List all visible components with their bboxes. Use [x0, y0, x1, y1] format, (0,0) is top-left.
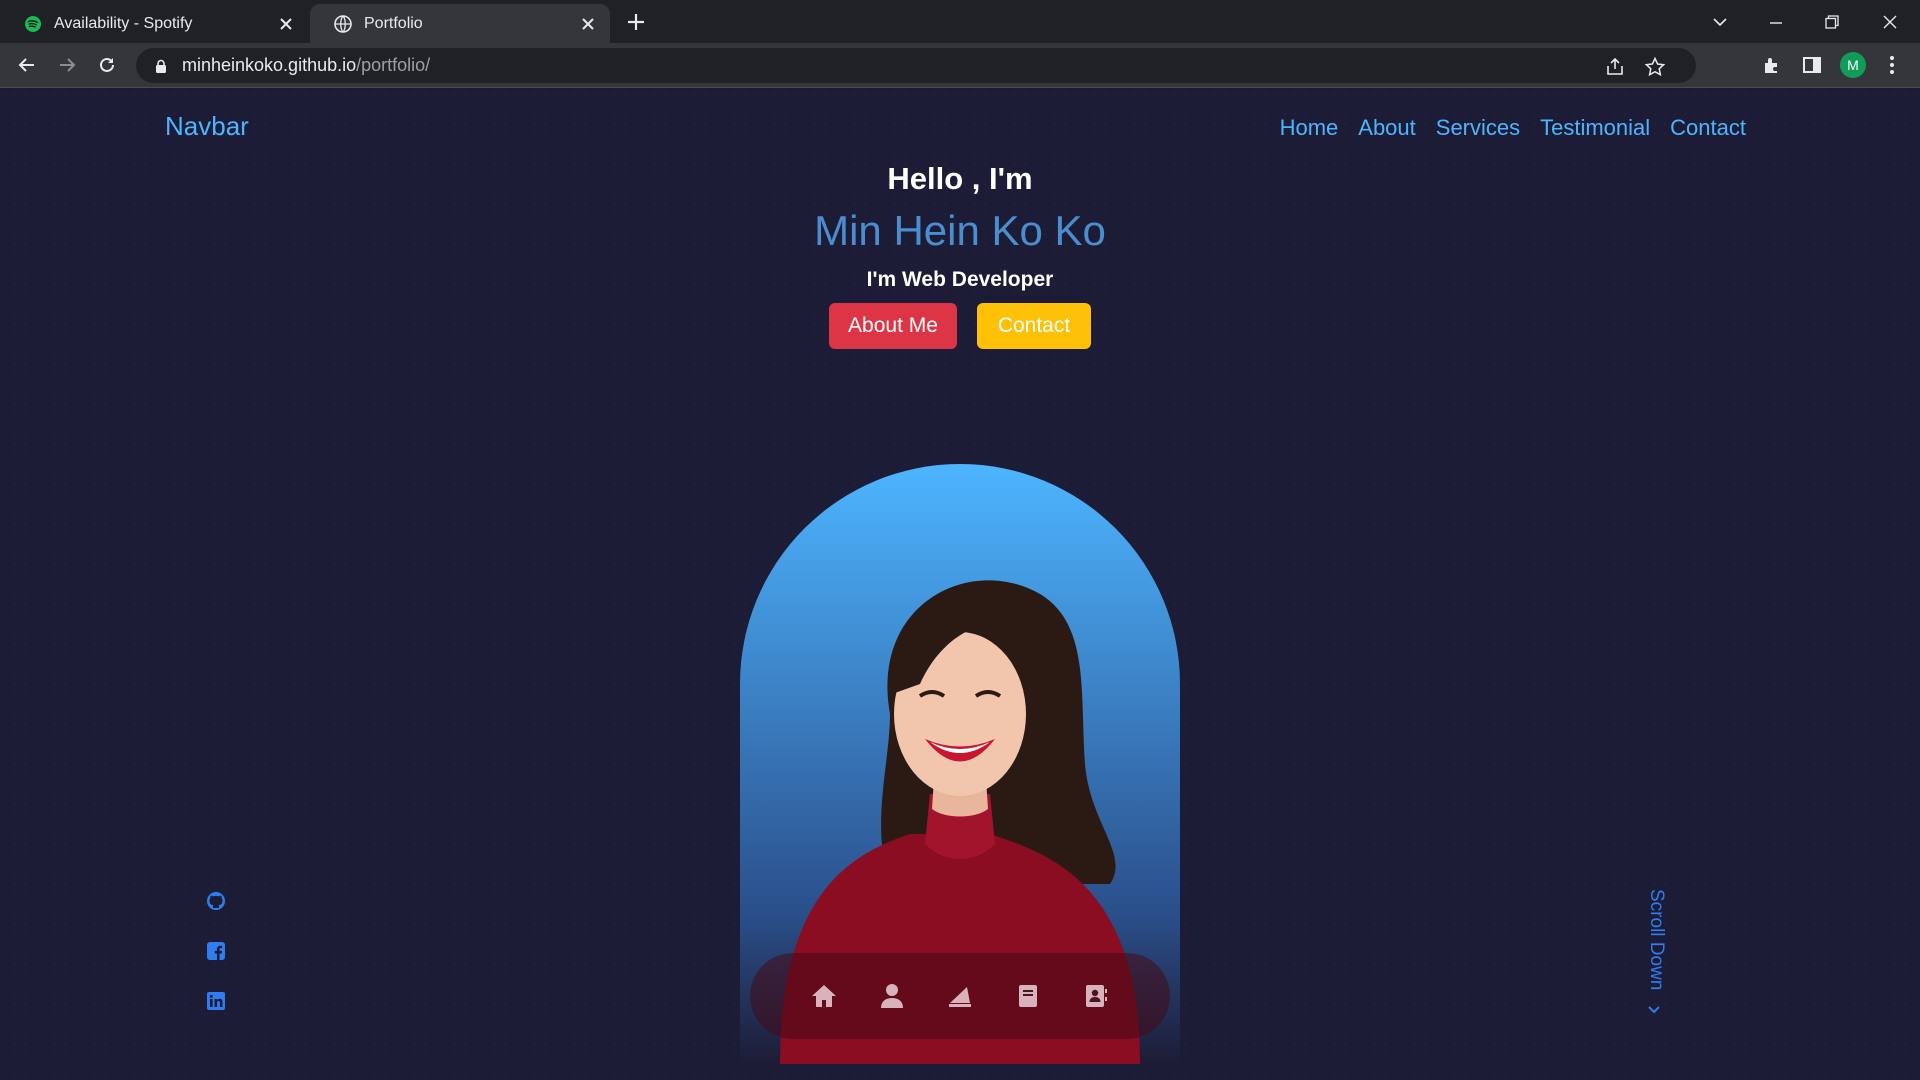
tab-search-icon[interactable] [1706, 8, 1734, 36]
new-tab-icon[interactable] [624, 10, 648, 34]
tab-portfolio[interactable]: Portfolio [310, 4, 610, 43]
side-panel-icon[interactable] [1800, 53, 1824, 77]
hero-role: I'm Web Developer [866, 268, 1054, 291]
contact-button[interactable]: Contact [977, 303, 1091, 349]
close-icon[interactable] [580, 16, 596, 32]
close-icon[interactable] [278, 16, 294, 32]
about-me-button[interactable]: About Me [829, 303, 957, 349]
services-icon[interactable] [945, 981, 975, 1011]
spotify-icon [25, 15, 41, 32]
browser-toolbar: minheinkoko.github.io/portfolio/ M [0, 43, 1920, 88]
globe-icon [334, 14, 352, 33]
user-icon[interactable] [877, 981, 907, 1011]
lock-icon [156, 59, 166, 73]
bottom-dock-nav [750, 953, 1170, 1039]
url-text: minheinkoko.github.io/portfolio/ [182, 55, 430, 76]
hero-name: Min Hein Ko Ko [814, 207, 1106, 254]
chevron-down-icon [1648, 1006, 1660, 1014]
close-window-icon[interactable] [1876, 8, 1904, 36]
tab-strip: Availability - Spotify Portfolio [0, 0, 1920, 43]
scroll-down-link[interactable]: Scroll Down [1645, 889, 1667, 990]
tab-title: Portfolio [364, 14, 423, 32]
extensions-icon[interactable] [1760, 53, 1784, 77]
tab-spotify[interactable]: Availability - Spotify [0, 4, 308, 43]
tab-title: Availability - Spotify [54, 14, 193, 32]
nav-link-home[interactable]: Home [1280, 115, 1339, 141]
forward-icon[interactable] [53, 51, 81, 79]
share-icon[interactable] [1604, 56, 1626, 78]
url-host: minheinkoko.github.io [182, 55, 357, 75]
contact-book-icon[interactable] [1081, 981, 1111, 1011]
profile-avatar[interactable]: M [1840, 52, 1866, 78]
nav-link-about[interactable]: About [1358, 115, 1416, 141]
menu-icon[interactable] [1880, 53, 1904, 77]
minimize-icon[interactable] [1762, 8, 1790, 36]
home-icon[interactable] [809, 981, 839, 1011]
linkedin-icon[interactable] [205, 990, 227, 1012]
back-icon[interactable] [13, 51, 41, 79]
hero-greeting: Hello , I'm [887, 161, 1033, 196]
url-path: /portfolio/ [356, 55, 431, 75]
main-nav: Home About Services Testimonial Contact [1280, 115, 1746, 141]
nav-link-contact[interactable]: Contact [1670, 115, 1746, 141]
nav-link-services[interactable]: Services [1436, 115, 1520, 141]
facebook-icon[interactable] [205, 940, 227, 962]
github-icon[interactable] [205, 890, 227, 912]
scroll-down-label: Scroll Down [1646, 889, 1667, 991]
address-bar[interactable]: minheinkoko.github.io/portfolio/ [136, 48, 1696, 83]
star-icon[interactable] [1644, 56, 1666, 78]
reload-icon[interactable] [93, 51, 121, 79]
navbar-brand[interactable]: Navbar [165, 111, 249, 142]
restore-icon[interactable] [1818, 8, 1846, 36]
book-icon[interactable] [1013, 981, 1043, 1011]
nav-link-testimonial[interactable]: Testimonial [1540, 115, 1650, 141]
portfolio-page: Navbar Home About Services Testimonial C… [0, 89, 1920, 1080]
